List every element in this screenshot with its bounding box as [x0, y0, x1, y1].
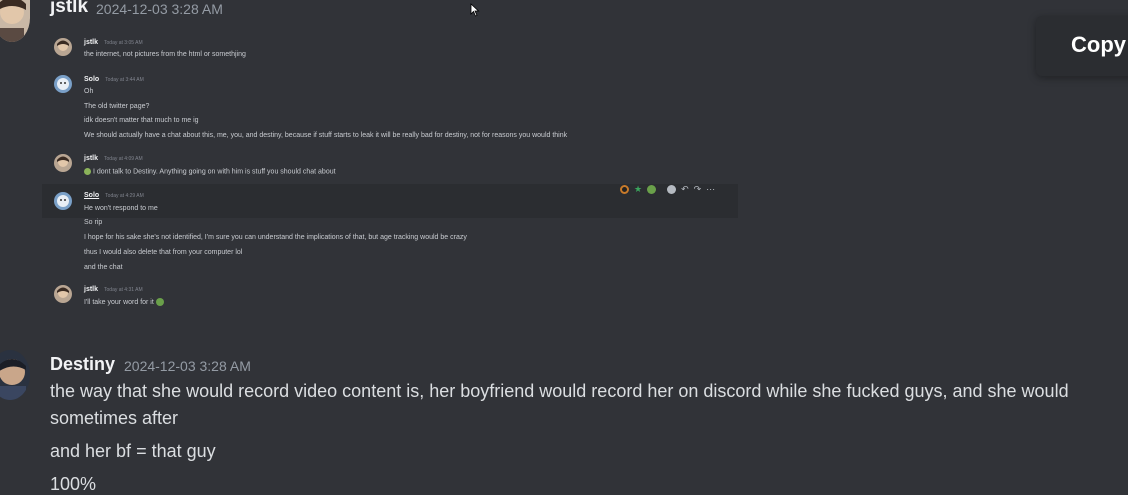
screenshot-message-line: and the chat: [84, 264, 123, 271]
copy-button-label: Copy: [1071, 32, 1126, 57]
screenshot-author: jstlk: [84, 39, 99, 46]
screenshot-timestamp: Today at 3:44 AM: [105, 77, 144, 83]
screenshot-author: Solo: [84, 76, 100, 83]
copy-button[interactable]: Copy: [1036, 16, 1128, 76]
embedded-chat-screenshot[interactable]: jstlk Today at 3:05 AM the internet, not …: [40, 30, 740, 315]
avatar-jstlk: [54, 154, 72, 172]
screenshot-author: jstlk: [84, 286, 99, 293]
message-line: 100%: [50, 474, 97, 494]
screenshot-message-line: the internet, not pictures from the html…: [84, 51, 246, 58]
screenshot-message-line: So rip: [84, 219, 103, 226]
screenshot-author: jstlk: [84, 155, 99, 162]
message-hover-toolbar: ★ ↶ ↷ ⋯: [620, 182, 715, 196]
add-reaction-icon: [667, 184, 677, 194]
star-icon: ★: [634, 183, 643, 194]
screenshot-message-line-with-emoji: I'll take your word for it: [84, 298, 164, 306]
screenshot-timestamp: Today at 4:31 AM: [104, 287, 143, 293]
screenshot-timestamp: Today at 3:05 AM: [104, 40, 143, 46]
screenshot-message-text: I'll take your word for it: [84, 298, 154, 306]
avatar-jstlk[interactable]: [0, 0, 30, 42]
avatar-solo: [54, 192, 72, 210]
avatar-solo: [54, 75, 72, 93]
message-timestamp: 2024-12-03 3:28 AM: [124, 358, 251, 374]
forward-icon: ↷: [693, 183, 702, 194]
screenshot-timestamp: Today at 4:09 AM: [104, 156, 143, 162]
screenshot-timestamp: Today at 4:29 AM: [105, 193, 144, 199]
emoji-icon: [647, 184, 657, 194]
screenshot-author: Solo: [84, 192, 100, 199]
avatar-jstlk: [54, 285, 72, 303]
avatar-jstlk: [54, 38, 72, 56]
mouse-cursor-icon: [470, 3, 480, 17]
avatar-destiny[interactable]: [0, 350, 30, 400]
reaction-icon: [620, 184, 629, 194]
screenshot-message-line-with-emoji: I dont talk to Destiny. Anything going o…: [84, 168, 336, 175]
screenshot-message-line: idk doesn't matter that much to me ig: [84, 117, 199, 124]
screenshot-message-line: We should actually have a chat about thi…: [84, 132, 568, 139]
screenshot-message-line: Oh: [84, 88, 94, 95]
screenshot-message-line: thus I would also delete that from your …: [84, 249, 243, 256]
message-timestamp: 2024-12-03 3:28 AM: [96, 1, 223, 17]
emoji-icon: [84, 168, 91, 175]
emoji-icon: [155, 298, 164, 306]
message-line: and her bf = that guy: [50, 441, 216, 461]
message-line: sometimes after: [50, 408, 179, 428]
more-icon: ⋯: [706, 183, 716, 194]
screenshot-message-line: The old twitter page?: [84, 103, 150, 110]
message-line: the way that she would record video cont…: [50, 381, 1069, 401]
screenshot-message-line: He won't respond to me: [84, 205, 158, 212]
screenshot-message-line: I hope for his sake she's not identified…: [84, 234, 467, 241]
message-author[interactable]: Destiny: [50, 354, 115, 375]
screenshot-message-text: I dont talk to Destiny. Anything going o…: [93, 168, 336, 176]
message-author[interactable]: jstlk: [50, 0, 88, 18]
reply-icon: ↶: [681, 183, 689, 194]
